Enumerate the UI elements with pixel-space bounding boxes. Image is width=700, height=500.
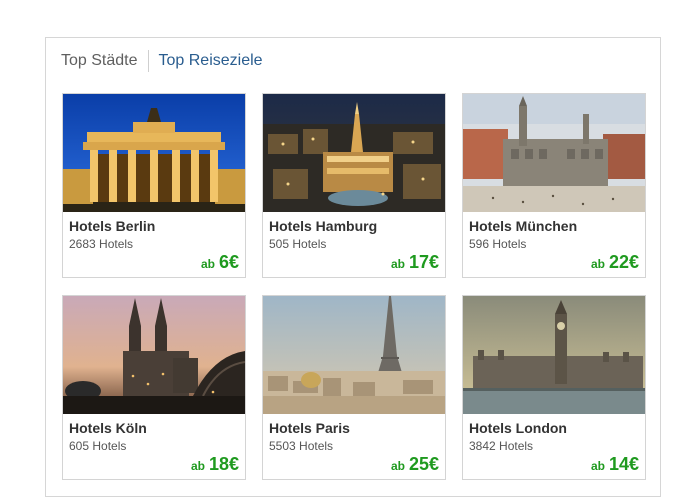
price-label: ab 25€ — [391, 454, 439, 475]
city-card-paris[interactable]: Hotels Paris 5503 Hotels ab 25€ — [262, 295, 446, 480]
tab-bar: Top Städte Top Reiseziele — [61, 50, 263, 72]
tab-top-staedte[interactable]: Top Städte — [61, 52, 138, 70]
city-title[interactable]: Hotels London — [469, 420, 567, 436]
hamburg-city-hall-night-icon — [263, 94, 445, 212]
price-label: ab 14€ — [591, 454, 639, 475]
eiffel-tower-icon — [263, 296, 445, 414]
price-amount: 18€ — [208, 454, 239, 474]
price-prefix: ab — [190, 459, 205, 473]
tab-divider — [147, 50, 149, 72]
city-card-berlin[interactable]: Hotels Berlin 2683 Hotels ab 6€ — [62, 93, 246, 278]
city-card-koeln[interactable]: Hotels Köln 605 Hotels ab 18€ — [62, 295, 246, 480]
price-label: ab 17€ — [391, 252, 439, 273]
price-amount: 6€ — [218, 252, 239, 272]
hotel-count: 596 Hotels — [469, 237, 527, 251]
hotel-count: 5503 Hotels — [269, 439, 334, 453]
hotel-count: 2683 Hotels — [69, 237, 134, 251]
price-prefix: ab — [590, 257, 605, 271]
brandenburg-gate-icon — [63, 94, 245, 212]
city-title[interactable]: Hotels München — [469, 218, 577, 234]
city-title[interactable]: Hotels Paris — [269, 420, 350, 436]
price-prefix: ab — [390, 257, 405, 271]
price-amount: 25€ — [408, 454, 439, 474]
hotel-count: 3842 Hotels — [469, 439, 534, 453]
big-ben-icon — [463, 296, 645, 414]
munich-marienplatz-icon — [463, 94, 645, 212]
top-destinations-panel: Top Städte Top Reiseziele Hotels Berlin … — [45, 37, 661, 497]
city-card-muenchen[interactable]: Hotels München 596 Hotels ab 22€ — [462, 93, 646, 278]
city-title[interactable]: Hotels Berlin — [69, 218, 155, 234]
hotel-count: 505 Hotels — [269, 237, 327, 251]
price-amount: 14€ — [608, 454, 639, 474]
city-title[interactable]: Hotels Hamburg — [269, 218, 377, 234]
hotel-count: 605 Hotels — [69, 439, 127, 453]
price-label: ab 6€ — [201, 252, 239, 273]
price-prefix: ab — [590, 459, 605, 473]
price-amount: 17€ — [408, 252, 439, 272]
price-amount: 22€ — [608, 252, 639, 272]
city-card-hamburg[interactable]: Hotels Hamburg 505 Hotels ab 17€ — [262, 93, 446, 278]
city-title[interactable]: Hotels Köln — [69, 420, 147, 436]
city-card-london[interactable]: Hotels London 3842 Hotels ab 14€ — [462, 295, 646, 480]
price-prefix: ab — [390, 459, 405, 473]
tab-top-reiseziele[interactable]: Top Reiseziele — [159, 52, 263, 70]
price-label: ab 18€ — [191, 454, 239, 475]
price-prefix: ab — [200, 257, 215, 271]
cologne-cathedral-icon — [63, 296, 245, 414]
price-label: ab 22€ — [591, 252, 639, 273]
